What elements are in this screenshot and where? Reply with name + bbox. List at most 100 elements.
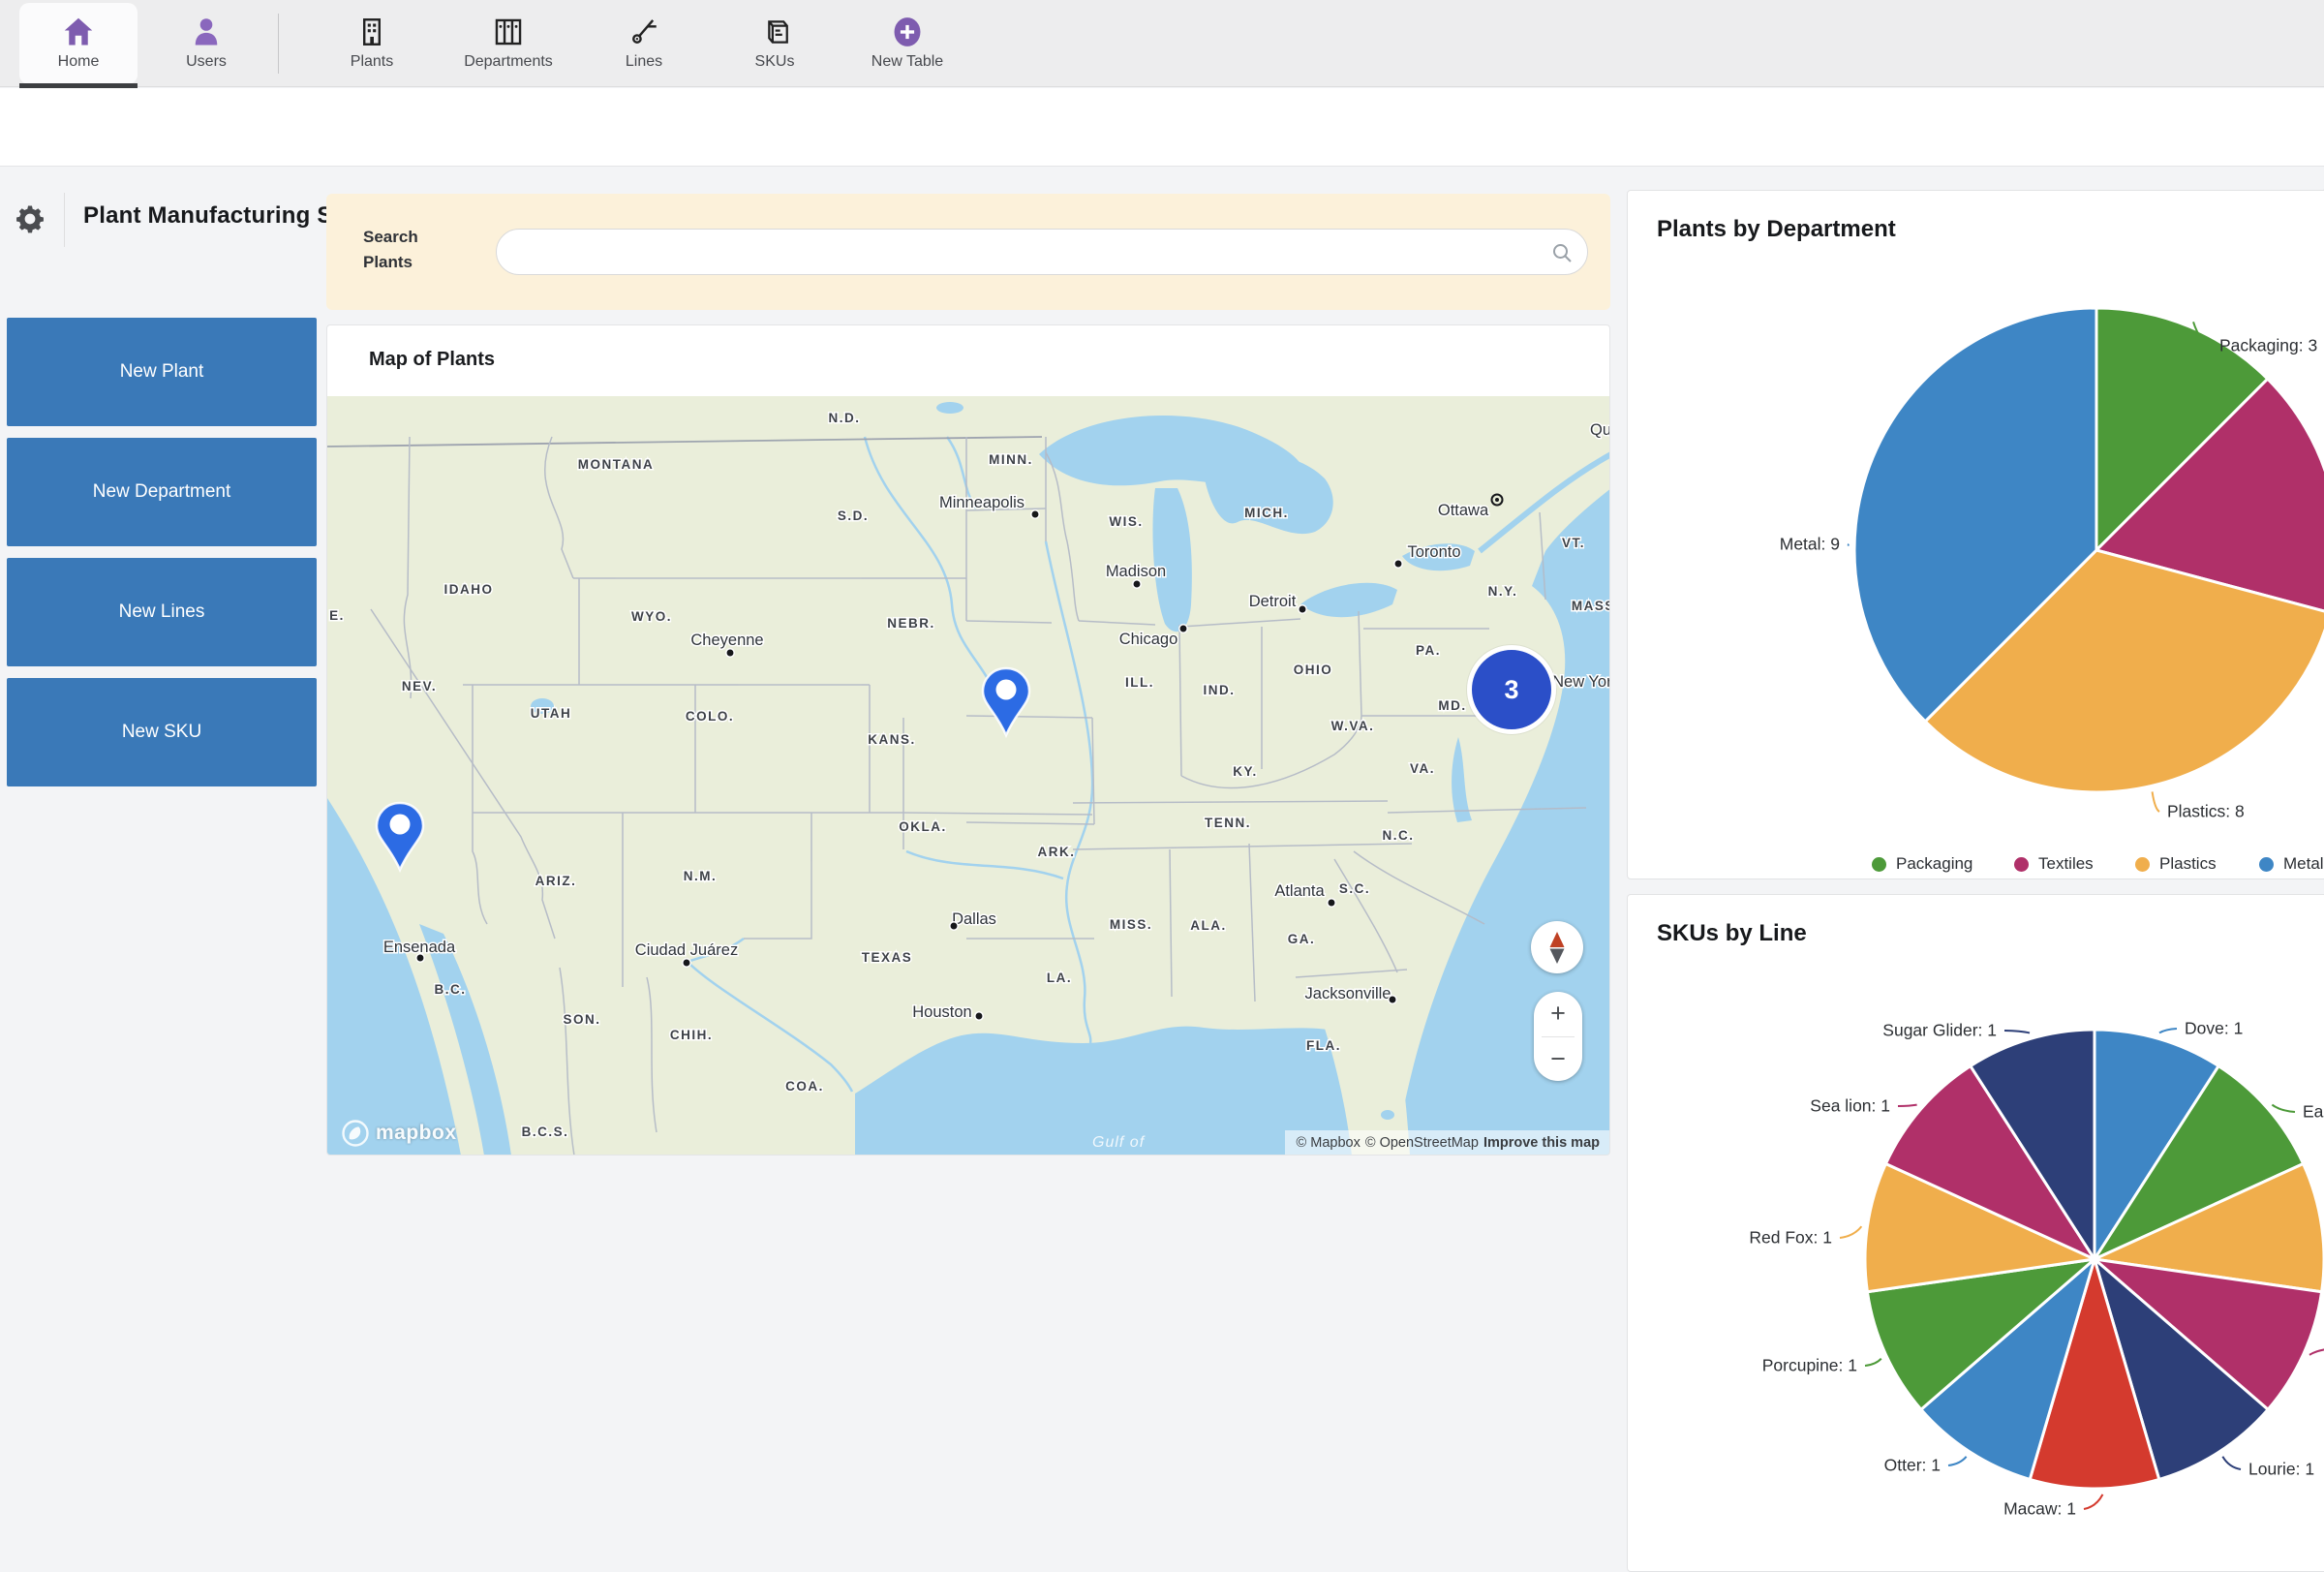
legend-item[interactable]: Metal xyxy=(2259,854,2324,874)
pie-callout-label: Lourie: 1 xyxy=(2248,1460,2314,1480)
map-state-label: FLA. xyxy=(1306,1038,1341,1053)
map-state-label: ARIZ. xyxy=(535,874,577,888)
cluster-count: 3 xyxy=(1504,675,1518,705)
map-state-label: MISS. xyxy=(1110,917,1152,932)
compass-needle-icon xyxy=(1531,921,1583,973)
search-plants-panel: Search Plants xyxy=(326,194,1610,310)
map-state-label: OHIO xyxy=(1294,663,1333,677)
tab-new-table[interactable]: New Table xyxy=(850,3,964,84)
tab-label: Departments xyxy=(464,53,553,71)
map-state-label: W.VA. xyxy=(1331,719,1375,733)
map-state-label: N.D. xyxy=(829,411,861,425)
legend-dot-icon xyxy=(1872,857,1886,872)
new-plant-button[interactable]: New Plant xyxy=(7,318,317,426)
map-state-label: COLO. xyxy=(686,709,734,724)
pie-callout-label: Metal: 9 xyxy=(1780,535,1840,555)
pie-callout-label: Porcupine: 1 xyxy=(1762,1356,1857,1376)
map-state-label: UTAH xyxy=(531,706,572,721)
home-icon xyxy=(61,13,96,51)
building-icon xyxy=(355,13,388,51)
legend-dot-icon xyxy=(2014,857,2029,872)
toolbar-separator xyxy=(278,14,279,74)
tab-departments[interactable]: Departments xyxy=(441,3,576,84)
map-state-label: IND. xyxy=(1204,683,1236,697)
map-city-label: Atlanta xyxy=(1274,882,1325,900)
cube-icon xyxy=(758,13,791,51)
improve-map-link[interactable]: Improve this map xyxy=(1483,1135,1600,1151)
tab-users[interactable]: Users xyxy=(155,3,258,84)
legend-item[interactable]: Packaging xyxy=(1872,854,1972,874)
zoom-out-button[interactable]: − xyxy=(1534,1037,1582,1082)
pie-callout-label: Ea xyxy=(2303,1102,2323,1123)
tab-skus[interactable]: SKUs xyxy=(724,3,825,84)
map-state-label: ALA. xyxy=(1190,918,1227,933)
legend-dot-icon xyxy=(2259,857,2274,872)
pie-callout-label: Red Fox: 1 xyxy=(1749,1228,1832,1248)
map-city-label: Qu xyxy=(1590,421,1610,439)
vector-line-icon xyxy=(627,13,660,51)
map-state-label: NEBR. xyxy=(887,616,935,631)
map-title: Map of Plants xyxy=(369,349,495,371)
map-state-label: OKLA. xyxy=(899,819,947,834)
header-divider xyxy=(64,193,65,247)
map-state-label: MINN. xyxy=(989,452,1033,467)
map-city-label: Houston xyxy=(912,1003,971,1021)
tab-label: Home xyxy=(58,53,100,71)
map-state-label: VT. xyxy=(1562,536,1585,550)
map-state-label: NEV. xyxy=(402,679,437,694)
map-state-label: B.C.S. xyxy=(522,1125,569,1139)
map-cluster-marker[interactable]: 3 xyxy=(1467,645,1556,734)
map-state-label: MICH. xyxy=(1244,506,1289,520)
map-state-label: TEXAS xyxy=(862,950,913,965)
map-city-label: Dallas xyxy=(952,910,996,928)
gear-icon[interactable] xyxy=(14,202,46,235)
tab-label: SKUs xyxy=(755,53,795,71)
map-state-label: CHIH. xyxy=(670,1028,713,1042)
pie-callout-label: Sugar Glider: 1 xyxy=(1882,1021,1997,1041)
map-canvas[interactable]: E.MONTANAN.D.MINN.S.D.WIS.MICH.IDAHOWYO.… xyxy=(327,396,1610,1156)
map-state-label: GA. xyxy=(1288,932,1316,946)
map-state-label: WIS. xyxy=(1109,514,1143,529)
plus-circle-icon xyxy=(891,13,924,51)
map-city-label: Chicago xyxy=(1119,631,1178,648)
legend-item[interactable]: Textiles xyxy=(2014,854,2094,874)
map-state-label: N.M. xyxy=(684,869,718,883)
new-lines-button[interactable]: New Lines xyxy=(7,558,317,666)
new-sku-button[interactable]: New SKU xyxy=(7,678,317,786)
map-of-plants-card: Map of Plants xyxy=(326,324,1610,1156)
mapbox-attribution-link[interactable]: © Mapbox xyxy=(1297,1135,1361,1151)
map-state-label: ARK. xyxy=(1038,845,1076,859)
tab-plants[interactable]: Plants xyxy=(320,3,424,84)
zoom-in-button[interactable]: + xyxy=(1534,992,1582,1036)
search-plants-input[interactable] xyxy=(496,229,1588,275)
mapbox-logo[interactable]: mapbox xyxy=(341,1119,457,1148)
map-state-label: MONTANA xyxy=(578,457,655,472)
map-state-label: N.Y. xyxy=(1488,584,1518,599)
tab-lines[interactable]: Lines xyxy=(596,3,692,84)
search-icon xyxy=(1550,241,1574,264)
pie-callout-label: Otter: 1 xyxy=(1884,1456,1941,1476)
osm-attribution-link[interactable]: © OpenStreetMap xyxy=(1365,1135,1479,1151)
search-plants-label: Search Plants xyxy=(363,225,418,275)
breadcrumb-bar: Plant Manufacturing Starter App v2 › Das… xyxy=(0,88,2324,167)
new-department-button[interactable]: New Department xyxy=(7,438,317,546)
pie-callout-label: Sea lion: 1 xyxy=(1810,1096,1890,1117)
legend-item[interactable]: Plastics xyxy=(2135,854,2217,874)
compass-control[interactable] xyxy=(1531,921,1583,973)
map-state-label: MASS. xyxy=(1572,599,1610,613)
map-state-label: LA. xyxy=(1047,971,1072,985)
map-state-label: ILL. xyxy=(1125,675,1154,690)
map-state-label: WYO. xyxy=(631,609,672,624)
map-city-label: Jacksonville xyxy=(1305,985,1391,1002)
plants-by-department-card: Plants by Department xyxy=(1627,190,2324,879)
map-state-label: PA. xyxy=(1416,643,1441,658)
map-state-label: COA. xyxy=(785,1079,824,1094)
map-state-label: S.D. xyxy=(838,509,869,523)
map-state-label: SON. xyxy=(563,1012,600,1027)
legend-label: Textiles xyxy=(2038,854,2094,874)
map-state-label: MD. xyxy=(1438,698,1466,713)
map-state-label: N.C. xyxy=(1383,828,1415,843)
legend-label: Plastics xyxy=(2159,854,2217,874)
tab-home[interactable]: Home xyxy=(19,3,138,84)
map-graphic: E.MONTANAN.D.MINN.S.D.WIS.MICH.IDAHOWYO.… xyxy=(327,396,1610,1156)
